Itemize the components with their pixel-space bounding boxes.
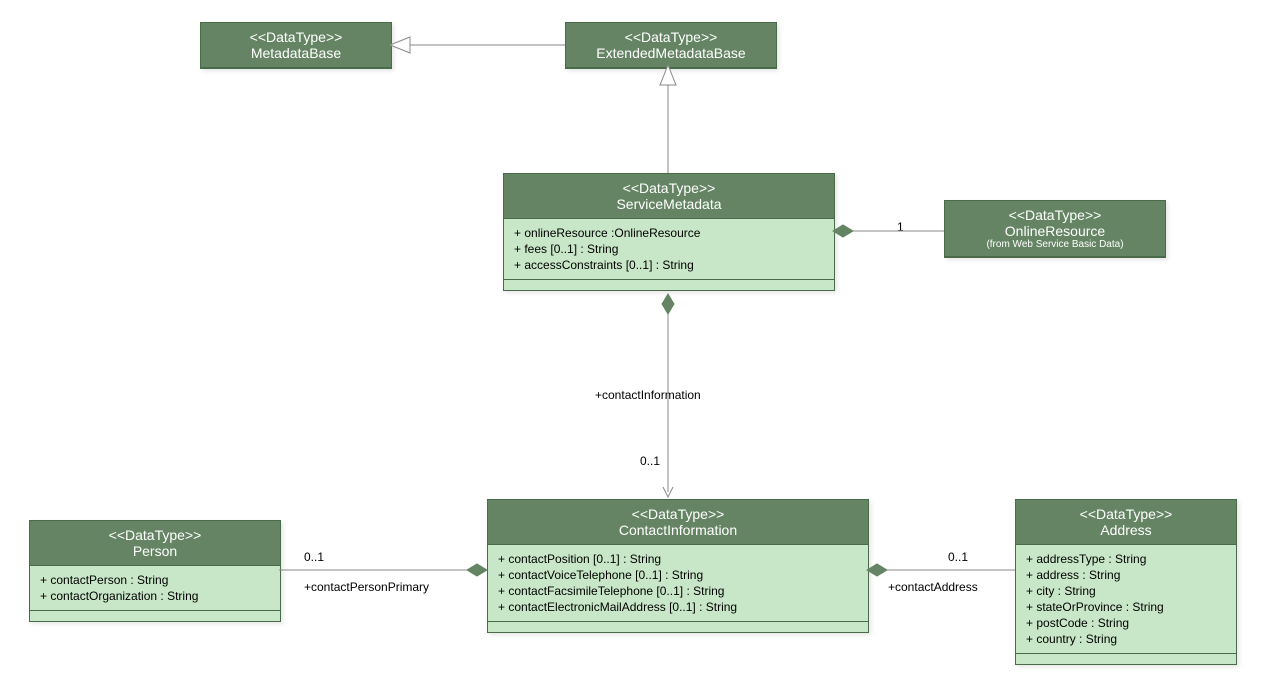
class-name: ContactInformation <box>498 522 858 538</box>
attribute: + contactOrganization : String <box>40 588 270 604</box>
class-header: <<DataType>> Address <box>1016 500 1236 545</box>
class-online-resource: <<DataType>> OnlineResource (from Web Se… <box>944 200 1166 258</box>
footer <box>1016 653 1236 664</box>
stereotype: <<DataType>> <box>498 506 858 522</box>
stereotype: <<DataType>> <box>40 527 270 543</box>
attribute: + country : String <box>1026 631 1226 647</box>
class-header: <<DataType>> ExtendedMetadataBase <box>566 23 776 68</box>
attribute: + stateOrProvince : String <box>1026 599 1226 615</box>
stereotype: <<DataType>> <box>576 29 766 45</box>
attribute: + address : String <box>1026 567 1226 583</box>
class-address: <<DataType>> Address + addressType : Str… <box>1015 499 1237 665</box>
stereotype: <<DataType>> <box>211 29 381 45</box>
label-multiplicity: 0..1 <box>304 550 324 564</box>
class-header: <<DataType>> OnlineResource (from Web Se… <box>945 201 1165 257</box>
stereotype: <<DataType>> <box>1026 506 1226 522</box>
label-multiplicity: 1 <box>897 220 904 234</box>
class-name: MetadataBase <box>211 45 381 61</box>
class-name: ServiceMetadata <box>514 196 824 212</box>
attributes: + contactPosition [0..1] : String + cont… <box>488 545 868 621</box>
subtitle: (from Web Service Basic Data) <box>955 239 1155 250</box>
class-person: <<DataType>> Person + contactPerson : St… <box>29 520 281 622</box>
class-name: Person <box>40 543 270 559</box>
attributes: + addressType : String + address : Strin… <box>1016 545 1236 653</box>
attributes: + onlineResource :OnlineResource + fees … <box>504 219 834 279</box>
attribute: + postCode : String <box>1026 615 1226 631</box>
class-header: <<DataType>> MetadataBase <box>201 23 391 68</box>
attribute: + fees [0..1] : String <box>514 241 824 257</box>
class-header: <<DataType>> ContactInformation <box>488 500 868 545</box>
attribute: + contactPerson : String <box>40 572 270 588</box>
class-name: ExtendedMetadataBase <box>576 45 766 61</box>
attribute: + contactFacsimileTelephone [0..1] : Str… <box>498 583 858 599</box>
footer <box>504 279 834 290</box>
label-multiplicity: 0..1 <box>640 454 660 468</box>
label-contact-information: +contactInformation <box>595 388 701 402</box>
attribute: + accessConstraints [0..1] : String <box>514 257 824 273</box>
class-header: <<DataType>> ServiceMetadata <box>504 174 834 219</box>
label-multiplicity: 0..1 <box>948 550 968 564</box>
attribute: + contactPosition [0..1] : String <box>498 551 858 567</box>
class-name: Address <box>1026 522 1226 538</box>
footer <box>30 610 280 621</box>
label-contact-person-primary: +contactPersonPrimary <box>304 580 429 594</box>
attributes: + contactPerson : String + contactOrgani… <box>30 566 280 610</box>
class-header: <<DataType>> Person <box>30 521 280 566</box>
attribute: + onlineResource :OnlineResource <box>514 225 824 241</box>
class-metadata-base: <<DataType>> MetadataBase <box>200 22 392 69</box>
label-contact-address: +contactAddress <box>888 580 978 594</box>
attribute: + addressType : String <box>1026 551 1226 567</box>
class-contact-information: <<DataType>> ContactInformation + contac… <box>487 499 869 633</box>
stereotype: <<DataType>> <box>514 180 824 196</box>
class-service-metadata: <<DataType>> ServiceMetadata + onlineRes… <box>503 173 835 291</box>
attribute: + contactElectronicMailAddress [0..1] : … <box>498 599 858 615</box>
attribute: + contactVoiceTelephone [0..1] : String <box>498 567 858 583</box>
stereotype: <<DataType>> <box>955 207 1155 223</box>
class-name: OnlineResource <box>955 223 1155 239</box>
attribute: + city : String <box>1026 583 1226 599</box>
class-extended-metadata-base: <<DataType>> ExtendedMetadataBase <box>565 22 777 69</box>
footer <box>488 621 868 632</box>
